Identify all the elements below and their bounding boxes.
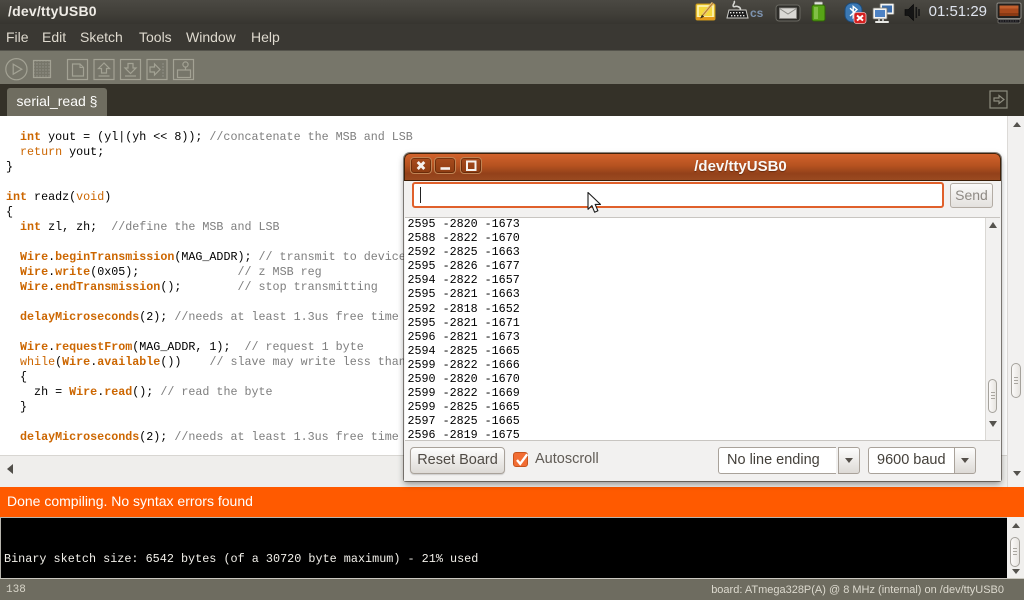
svg-text:cs: cs (750, 6, 764, 20)
